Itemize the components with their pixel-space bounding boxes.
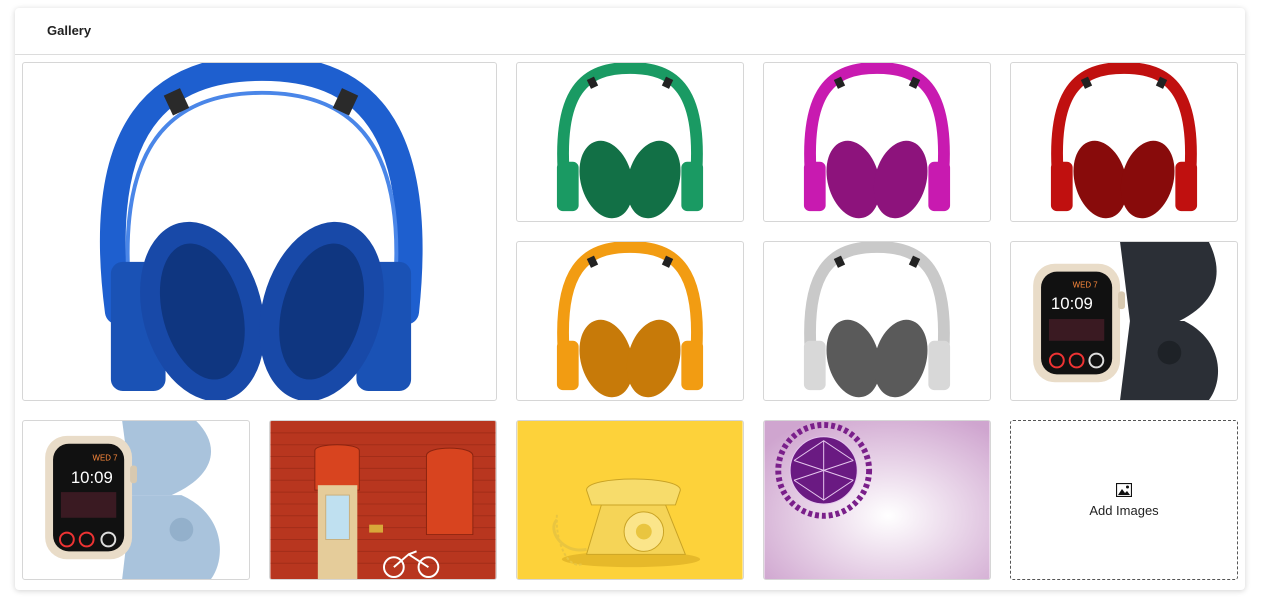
red-brick-wall-door-image[interactable]	[269, 420, 497, 580]
card-header: Gallery	[15, 8, 1245, 55]
gallery-card: Gallery WED 7 10:09 WED 7 10:09 Add Imag…	[15, 8, 1245, 590]
smartwatch-light-band-image[interactable]: WED 7 10:09	[22, 420, 250, 580]
add-images-label: Add Images	[1089, 502, 1159, 518]
smartwatch-dark-band-image[interactable]: WED 7 10:09	[1010, 241, 1238, 401]
magenta-headphones-image[interactable]	[763, 62, 991, 222]
yellow-telephone-image[interactable]	[516, 420, 744, 580]
image-icon	[1116, 482, 1132, 497]
green-headphones-image[interactable]	[516, 62, 744, 222]
red-headphones-image[interactable]	[1010, 62, 1238, 222]
watch-time-label: 10:09	[1051, 294, 1093, 313]
gallery-title: Gallery	[47, 23, 92, 38]
blue-headphones-image[interactable]	[22, 62, 497, 401]
purple-globe-ornament-image[interactable]	[763, 420, 991, 580]
silver-headphones-image[interactable]	[763, 241, 991, 401]
watch-day-label: WED 7	[93, 454, 118, 463]
watch-day-label: WED 7	[1073, 280, 1098, 289]
orange-headphones-image[interactable]	[516, 241, 744, 401]
watch-time-label: 10:09	[71, 468, 113, 487]
add-images-button[interactable]: Add Images	[1010, 420, 1238, 580]
